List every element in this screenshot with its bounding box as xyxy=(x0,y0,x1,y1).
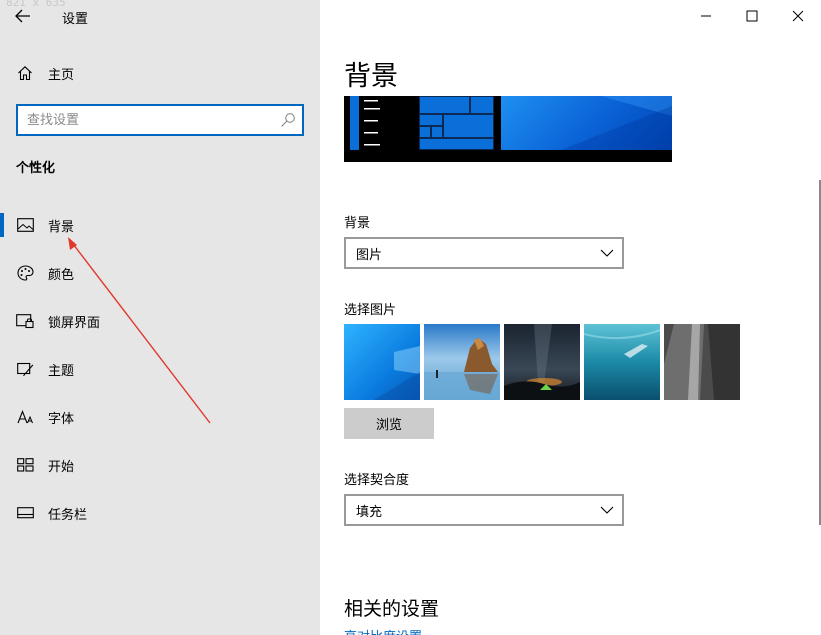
sidebar-item-label: 锁屏界面 xyxy=(48,315,101,331)
sidebar-item-label: 开始 xyxy=(48,459,75,475)
sidebar-item-taskbar[interactable]: 任务栏 xyxy=(0,496,320,530)
page-title: 背景 xyxy=(344,61,398,92)
sidebar-item-label: 任务栏 xyxy=(48,507,88,523)
wallpaper-thumbnail[interactable] xyxy=(424,324,500,400)
sidebar-item-themes[interactable]: 主题 xyxy=(0,352,320,386)
lock-screen-icon xyxy=(16,312,34,330)
font-icon xyxy=(16,408,34,426)
picture-icon xyxy=(16,216,34,234)
related-settings-title: 相关的设置 xyxy=(344,598,440,620)
background-preview xyxy=(344,96,672,162)
active-indicator xyxy=(0,213,4,237)
back-arrow-icon xyxy=(15,9,30,23)
background-type-value: 图片 xyxy=(356,247,383,263)
app-title: 设置 xyxy=(62,12,89,27)
desktop-preview xyxy=(501,96,672,150)
choose-picture-label: 选择图片 xyxy=(344,303,397,318)
palette-icon xyxy=(16,264,34,282)
sidebar-item-label: 主题 xyxy=(48,363,75,379)
home-icon xyxy=(16,64,34,82)
sidebar-item-label: 背景 xyxy=(48,219,75,235)
background-type-label: 背景 xyxy=(344,216,371,231)
high-contrast-link[interactable]: 高对比度设置 xyxy=(344,626,422,635)
chevron-down-icon xyxy=(600,249,614,257)
sidebar-item-label: 主页 xyxy=(48,67,75,83)
fit-select[interactable]: 填充 xyxy=(344,494,624,526)
wallpaper-thumbnail[interactable] xyxy=(664,324,740,400)
wallpaper-thumbnail[interactable] xyxy=(344,324,420,400)
sidebar-item-start[interactable]: 开始 xyxy=(0,448,320,482)
sidebar-item-label: 字体 xyxy=(48,411,75,427)
wallpaper-thumbnail[interactable] xyxy=(504,324,580,400)
background-type-select[interactable]: 图片 xyxy=(344,237,624,269)
sidebar-item-home[interactable]: 主页 xyxy=(0,58,320,88)
sidebar-item-background[interactable]: 背景 xyxy=(0,208,320,242)
wallpaper-thumbnail[interactable] xyxy=(584,324,660,400)
search-input[interactable] xyxy=(18,106,268,134)
fit-label: 选择契合度 xyxy=(344,473,410,488)
sidebar-item-lock-screen[interactable]: 锁屏界面 xyxy=(0,304,320,338)
back-button[interactable] xyxy=(8,3,38,29)
sidebar-item-label: 颜色 xyxy=(48,267,75,283)
sidebar-item-colors[interactable]: 颜色 xyxy=(0,256,320,290)
theme-icon xyxy=(16,360,34,378)
section-title: 个性化 xyxy=(16,161,56,176)
browse-button[interactable]: 浏览 xyxy=(344,408,434,439)
main-content: 背景 背景 图片 选择图片 浏览 选择契合度 填充 相关的设置 xyxy=(320,0,821,635)
sidebar: 821 x 635 设置 主页 个性化 背景 xyxy=(0,0,320,635)
taskbar-icon xyxy=(16,504,34,522)
start-icon xyxy=(16,456,34,474)
search-box[interactable] xyxy=(16,104,304,136)
search-icon[interactable] xyxy=(280,112,296,128)
chevron-down-icon xyxy=(600,506,614,514)
sidebar-item-fonts[interactable]: 字体 xyxy=(0,400,320,434)
start-menu-preview xyxy=(350,96,380,150)
fit-value: 填充 xyxy=(356,504,383,520)
